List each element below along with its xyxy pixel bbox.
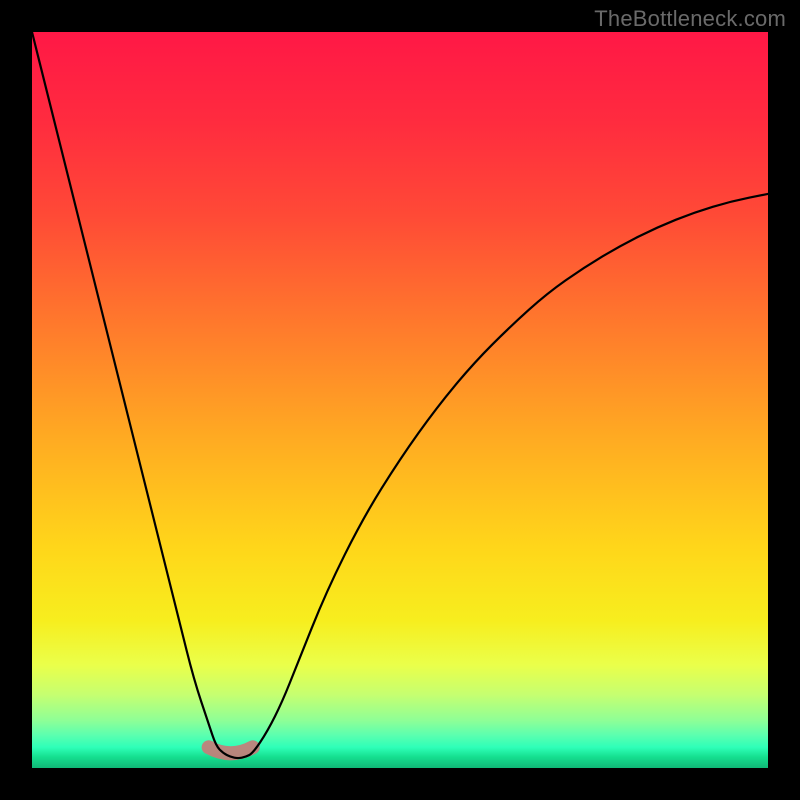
curve-layer	[32, 32, 768, 768]
bottleneck-curve	[32, 32, 768, 758]
watermark-text: TheBottleneck.com	[594, 6, 786, 32]
plot-area	[32, 32, 768, 768]
outer-frame: TheBottleneck.com	[0, 0, 800, 800]
optimal-zone-band	[209, 747, 253, 753]
